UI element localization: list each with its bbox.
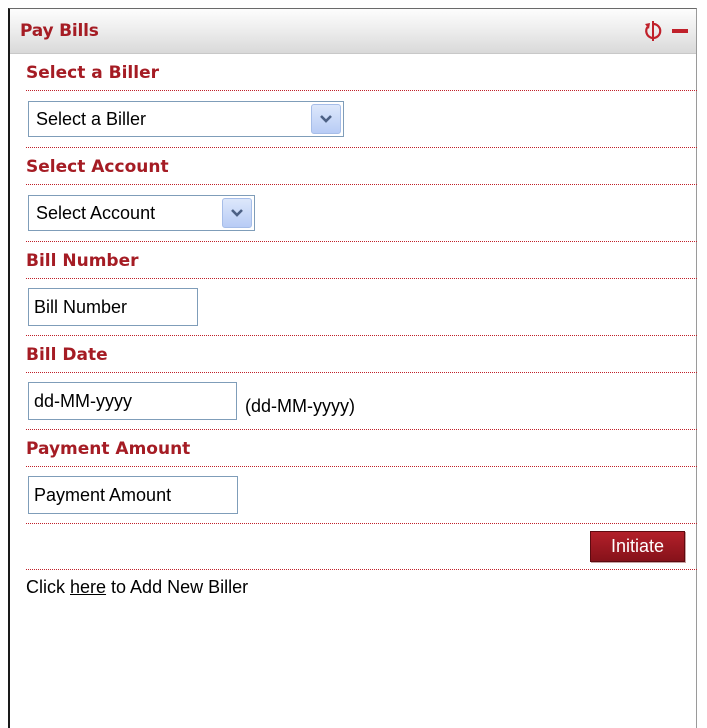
chevron-down-icon[interactable] [311,104,341,134]
payment-amount-label: Payment Amount [26,430,697,467]
payment-amount-input[interactable] [28,476,238,514]
biller-label: Select a Biller [26,54,697,91]
add-biller-link[interactable]: here [70,577,106,597]
refresh-icon[interactable] [644,20,662,42]
biller-select-value: Select a Biller [36,108,147,129]
widget-title: Pay Bills [20,21,99,41]
add-biller-suffix: to Add New Biller [106,577,249,597]
payment-amount-row [26,467,697,524]
account-row: Select Account [26,185,697,242]
add-biller-prefix: Click [26,577,70,597]
bill-date-row: (dd-MM-yyyy) [26,373,697,430]
pay-bills-form: Select a Biller Select a Biller Select A… [10,54,697,598]
action-row: Initiate [26,524,697,570]
minimize-icon[interactable] [672,27,688,35]
header-actions [644,20,688,42]
account-select-value: Select Account [36,202,156,223]
bill-date-label: Bill Date [26,336,697,373]
widget-header: Pay Bills [10,9,696,54]
bill-number-row [26,279,697,336]
chevron-down-icon[interactable] [222,198,252,228]
bill-number-input[interactable] [28,288,198,326]
account-select[interactable]: Select Account [28,195,255,231]
initiate-button[interactable]: Initiate [590,531,685,562]
add-biller-text: Click here to Add New Biller [26,577,696,598]
bill-date-input[interactable] [28,382,237,420]
bill-number-label: Bill Number [26,242,697,279]
account-label: Select Account [26,148,697,185]
biller-select[interactable]: Select a Biller [28,101,344,137]
pay-bills-widget: Pay Bills Select a Biller Select a Bille… [8,8,697,728]
date-format-hint: (dd-MM-yyyy) [245,395,355,416]
biller-row: Select a Biller [26,91,697,148]
